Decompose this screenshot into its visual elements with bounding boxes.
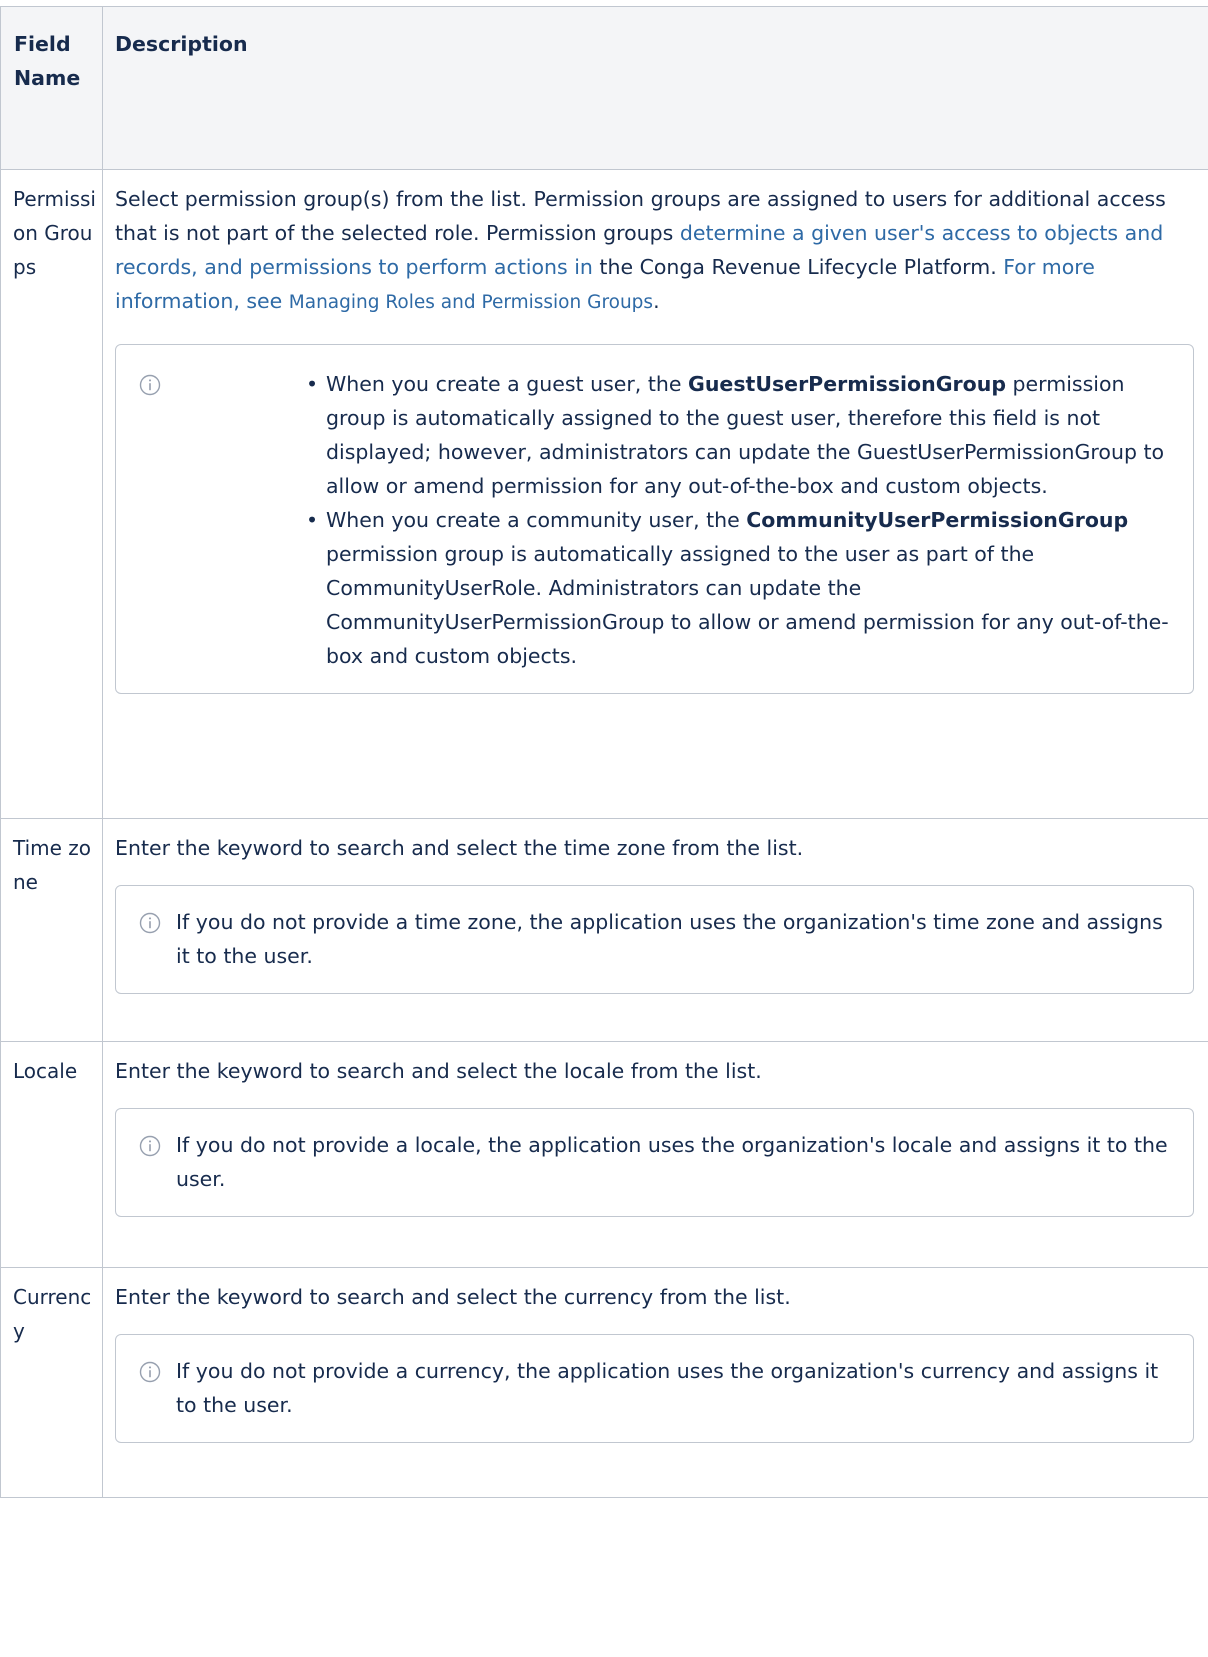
table-row-permission-groups: Permission Groups Select permission grou… — [0, 169, 1208, 819]
note-text: If you do not provide a locale, the appl… — [176, 1133, 1168, 1191]
info-icon — [139, 1361, 161, 1383]
note-item-text: When you create a guest user, the — [326, 372, 688, 396]
description-cell: Enter the keyword to search and select t… — [102, 818, 1208, 1042]
table-row-locale: Locale Enter the keyword to search and s… — [0, 1041, 1208, 1268]
note-text: If you do not provide a time zone, the a… — [176, 910, 1163, 968]
note-box: If you do not provide a currency, the ap… — [115, 1334, 1194, 1443]
note-text: If you do not provide a currency, the ap… — [176, 1359, 1159, 1417]
table-row-time-zone: Time zone Enter the keyword to search an… — [0, 818, 1208, 1042]
info-icon — [139, 1135, 161, 1157]
field-name-cell: Locale — [0, 1041, 103, 1268]
field-name-cell: Permission Groups — [0, 169, 103, 819]
note-box: If you do not provide a time zone, the a… — [115, 885, 1194, 994]
note-item-text: When you create a community user, the — [326, 508, 747, 532]
note-box: When you create a guest user, the GuestU… — [115, 344, 1194, 694]
info-icon — [139, 912, 161, 934]
note-item-bold: CommunityUserPermissionGroup — [746, 508, 1129, 532]
description-cell: Enter the keyword to search and select t… — [102, 1041, 1208, 1268]
description-part: the Conga Revenue Lifecycle Platform. — [592, 255, 1004, 279]
note-item-text: permission group is automatically assign… — [326, 542, 1169, 668]
field-description-table: Field Name Description Permission Groups… — [0, 6, 1208, 1498]
description-cell: Select permission group(s) from the list… — [102, 169, 1208, 819]
note-item-bold: GuestUserPermissionGroup — [688, 372, 1007, 396]
field-name-cell: Currency — [0, 1267, 103, 1498]
header-description: Description — [102, 6, 1208, 170]
table-header-row: Field Name Description — [0, 6, 1208, 170]
note-list-item: When you create a guest user, the GuestU… — [306, 367, 1173, 503]
note-list: When you create a guest user, the GuestU… — [306, 367, 1173, 673]
description-text: Enter the keyword to search and select t… — [115, 1059, 762, 1083]
description-text: Enter the keyword to search and select t… — [115, 1285, 791, 1309]
info-icon — [139, 374, 161, 396]
note-box: If you do not provide a locale, the appl… — [115, 1108, 1194, 1217]
description-text: Select permission group(s) from the list… — [115, 182, 1194, 320]
note-list-item: When you create a community user, the Co… — [306, 503, 1173, 673]
header-field-name: Field Name — [0, 6, 103, 170]
field-name-cell: Time zone — [0, 818, 103, 1042]
description-text: Enter the keyword to search and select t… — [115, 836, 804, 860]
description-end: . — [653, 289, 660, 313]
description-cell: Enter the keyword to search and select t… — [102, 1267, 1208, 1498]
managing-roles-link[interactable]: Managing Roles and Permission Groups — [289, 292, 653, 313]
table-row-currency: Currency Enter the keyword to search and… — [0, 1267, 1208, 1498]
